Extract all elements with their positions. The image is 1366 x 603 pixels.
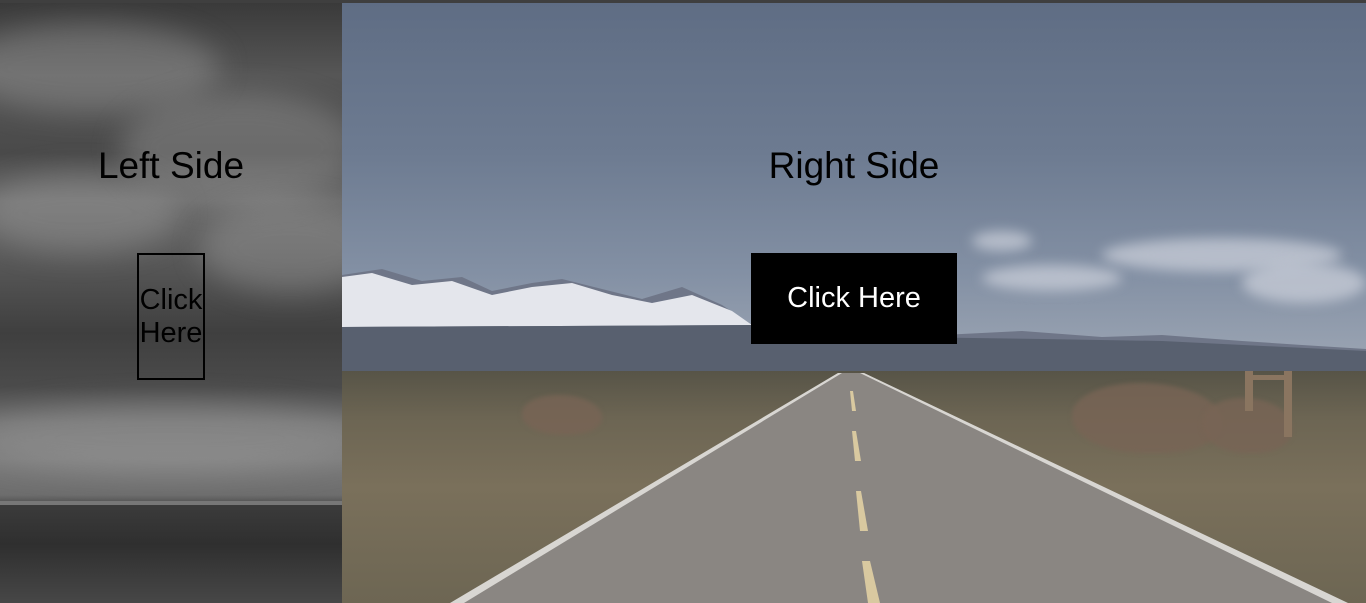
field-ground [0, 505, 342, 603]
right-heading: Right Side [768, 145, 940, 186]
right-click-button[interactable]: Click Here [751, 253, 957, 344]
cloud-shape [972, 231, 1032, 251]
gate-post [1284, 371, 1292, 437]
left-heading: Left Side [97, 145, 245, 186]
split-layout: Left Side Right Side Click Here Click He… [0, 3, 1366, 603]
gate-beam [1245, 375, 1292, 380]
cloud-shape [0, 403, 342, 473]
shrub [522, 395, 602, 435]
left-click-button[interactable]: Click Here [137, 253, 205, 380]
cloud-shape [200, 203, 342, 293]
